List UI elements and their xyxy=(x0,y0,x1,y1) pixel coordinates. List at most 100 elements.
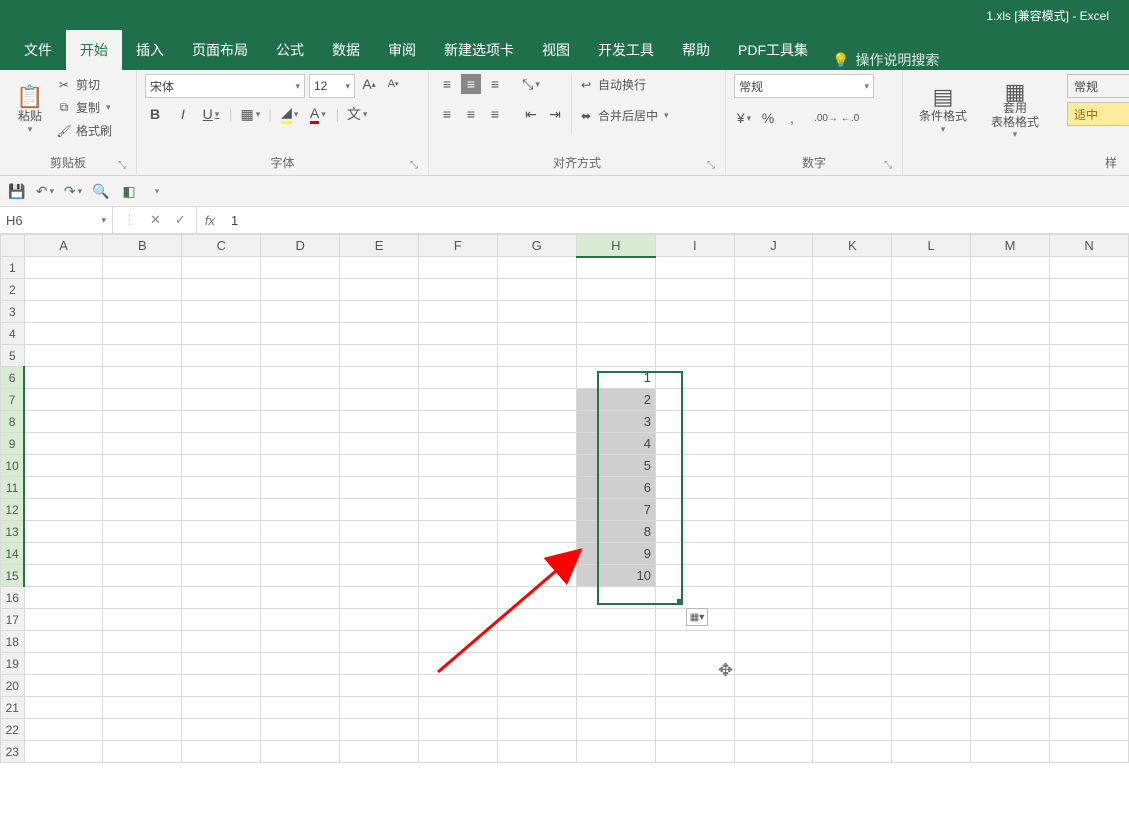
cell-L6[interactable] xyxy=(892,367,971,389)
cell-K3[interactable] xyxy=(813,301,892,323)
cell-J4[interactable] xyxy=(734,323,813,345)
cell-N2[interactable] xyxy=(1050,279,1129,301)
cell-K8[interactable] xyxy=(813,411,892,433)
cell-J1[interactable] xyxy=(734,257,813,279)
cell-I3[interactable] xyxy=(655,301,734,323)
column-header-L[interactable]: L xyxy=(892,235,971,257)
cell-G21[interactable] xyxy=(497,697,576,719)
cell-I6[interactable] xyxy=(655,367,734,389)
cell-F22[interactable] xyxy=(418,719,497,741)
cell-D2[interactable] xyxy=(261,279,340,301)
cell-N1[interactable] xyxy=(1050,257,1129,279)
cell-A7[interactable] xyxy=(24,389,103,411)
cell-B5[interactable] xyxy=(103,345,182,367)
cell-D1[interactable] xyxy=(261,257,340,279)
cell-D19[interactable] xyxy=(261,653,340,675)
cell-J11[interactable] xyxy=(734,477,813,499)
cell-B21[interactable] xyxy=(103,697,182,719)
cell-H2[interactable] xyxy=(576,279,655,301)
cell-N3[interactable] xyxy=(1050,301,1129,323)
cell-E23[interactable] xyxy=(340,741,419,763)
cell-N7[interactable] xyxy=(1050,389,1129,411)
name-box[interactable]: H6 ▾ xyxy=(0,207,113,233)
cell-L8[interactable] xyxy=(892,411,971,433)
row-header-15[interactable]: 15 xyxy=(1,565,25,587)
cell-N16[interactable] xyxy=(1050,587,1129,609)
cell-H16[interactable] xyxy=(576,587,655,609)
cell-B15[interactable] xyxy=(103,565,182,587)
column-header-M[interactable]: M xyxy=(971,235,1050,257)
cell-L18[interactable] xyxy=(892,631,971,653)
row-header-11[interactable]: 11 xyxy=(1,477,25,499)
cell-C15[interactable] xyxy=(182,565,261,587)
align-bottom-button[interactable]: ≡ xyxy=(485,74,505,94)
cell-E15[interactable] xyxy=(340,565,419,587)
column-header-H[interactable]: H xyxy=(576,235,655,257)
cell-G6[interactable] xyxy=(497,367,576,389)
cell-A18[interactable] xyxy=(24,631,103,653)
cell-G10[interactable] xyxy=(497,455,576,477)
cell-F5[interactable] xyxy=(418,345,497,367)
cell-F7[interactable] xyxy=(418,389,497,411)
cell-K21[interactable] xyxy=(813,697,892,719)
cell-B17[interactable] xyxy=(103,609,182,631)
tab-data[interactable]: 数据 xyxy=(318,30,374,70)
cell-F17[interactable] xyxy=(418,609,497,631)
cell-N9[interactable] xyxy=(1050,433,1129,455)
align-right-button[interactable]: ≡ xyxy=(485,104,505,124)
cell-E22[interactable] xyxy=(340,719,419,741)
row-header-1[interactable]: 1 xyxy=(1,257,25,279)
cell-K2[interactable] xyxy=(813,279,892,301)
column-header-N[interactable]: N xyxy=(1050,235,1129,257)
decrease-decimal-button[interactable]: ←.0 xyxy=(840,108,860,128)
cell-B9[interactable] xyxy=(103,433,182,455)
number-format-combo[interactable]: 常规▾ xyxy=(734,74,874,98)
cell-E16[interactable] xyxy=(340,587,419,609)
cell-J14[interactable] xyxy=(734,543,813,565)
cell-H1[interactable] xyxy=(576,257,655,279)
cell-H14[interactable]: 9 xyxy=(576,543,655,565)
cell-A19[interactable] xyxy=(24,653,103,675)
cell-E18[interactable] xyxy=(340,631,419,653)
cell-B10[interactable] xyxy=(103,455,182,477)
decrease-indent-button[interactable]: ⇤ xyxy=(521,104,541,124)
cell-H20[interactable] xyxy=(576,675,655,697)
cell-B20[interactable] xyxy=(103,675,182,697)
cell-H8[interactable]: 3 xyxy=(576,411,655,433)
cell-B8[interactable] xyxy=(103,411,182,433)
cell-L3[interactable] xyxy=(892,301,971,323)
cell-J7[interactable] xyxy=(734,389,813,411)
cell-G18[interactable] xyxy=(497,631,576,653)
cell-I23[interactable] xyxy=(655,741,734,763)
autofill-options-button[interactable]: ▦▾ xyxy=(686,608,708,626)
cell-L17[interactable] xyxy=(892,609,971,631)
cell-L23[interactable] xyxy=(892,741,971,763)
cell-A23[interactable] xyxy=(24,741,103,763)
cell-L22[interactable] xyxy=(892,719,971,741)
cell-H4[interactable] xyxy=(576,323,655,345)
cell-D5[interactable] xyxy=(261,345,340,367)
cell-K5[interactable] xyxy=(813,345,892,367)
cell-F16[interactable] xyxy=(418,587,497,609)
row-header-19[interactable]: 19 xyxy=(1,653,25,675)
cell-N4[interactable] xyxy=(1050,323,1129,345)
cell-M2[interactable] xyxy=(971,279,1050,301)
cell-J10[interactable] xyxy=(734,455,813,477)
cell-E13[interactable] xyxy=(340,521,419,543)
cell-J5[interactable] xyxy=(734,345,813,367)
cell-M17[interactable] xyxy=(971,609,1050,631)
cell-E1[interactable] xyxy=(340,257,419,279)
cell-M3[interactable] xyxy=(971,301,1050,323)
cell-A4[interactable] xyxy=(24,323,103,345)
cell-M9[interactable] xyxy=(971,433,1050,455)
cell-M15[interactable] xyxy=(971,565,1050,587)
paste-button[interactable]: 📋 粘贴 ▾ xyxy=(8,74,52,148)
cell-B23[interactable] xyxy=(103,741,182,763)
cell-F19[interactable] xyxy=(418,653,497,675)
cell-E8[interactable] xyxy=(340,411,419,433)
cell-D6[interactable] xyxy=(261,367,340,389)
cell-A1[interactable] xyxy=(24,257,103,279)
cell-I4[interactable] xyxy=(655,323,734,345)
tab-developer[interactable]: 开发工具 xyxy=(584,30,668,70)
cell-E9[interactable] xyxy=(340,433,419,455)
